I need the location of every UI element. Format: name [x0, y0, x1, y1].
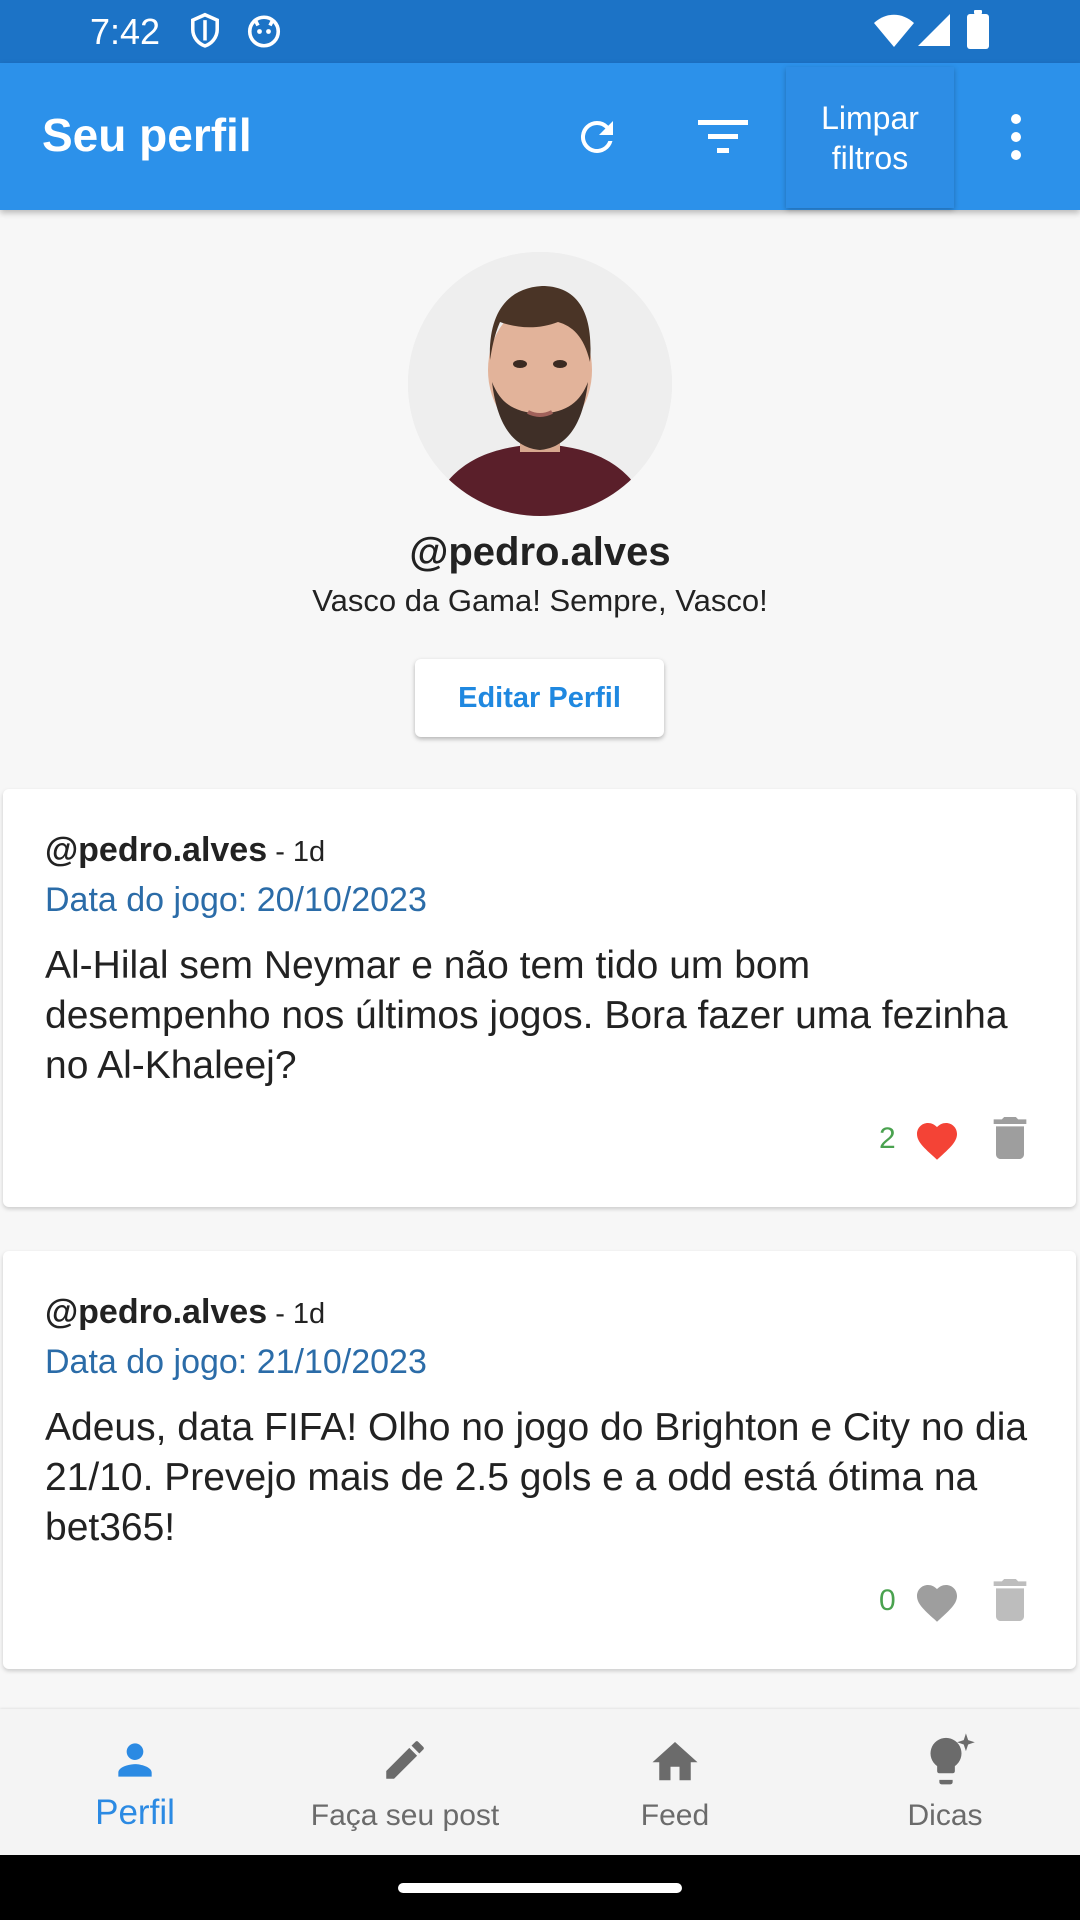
post-game-date: Data do jogo: 20/10/2023: [45, 881, 427, 919]
filter-icon[interactable]: [698, 116, 748, 158]
bottom-navigation: Perfil Faça seu post Feed Dicas: [0, 1709, 1080, 1855]
app-bar: Seu perfil Limpar filtros: [0, 63, 1080, 210]
cell-signal-icon: [918, 14, 950, 46]
home-icon: [652, 1742, 698, 1781]
nav-label: Perfil: [95, 1793, 175, 1832]
profile-bio: Vasco da Gama! Sempre, Vasco!: [312, 583, 768, 618]
like-count: 0: [879, 1584, 896, 1617]
post-author[interactable]: @pedro.alves: [45, 1293, 267, 1331]
post-game-date: Data do jogo: 21/10/2023: [45, 1343, 427, 1381]
battery-icon: [967, 10, 989, 49]
person-icon: [118, 1743, 152, 1777]
avatar-portrait: [408, 252, 672, 516]
nav-item-feed[interactable]: Feed: [540, 1709, 810, 1855]
delete-icon[interactable]: [993, 1117, 1027, 1159]
edit-profile-button[interactable]: Editar Perfil: [415, 659, 664, 737]
clear-filters-button[interactable]: Limpar filtros: [786, 67, 954, 208]
status-bar: 7:42: [0, 0, 1080, 63]
post-author[interactable]: @pedro.alves: [45, 831, 267, 869]
post-text: Al-Hilal sem Neymar e não tem tido um bo…: [45, 944, 1008, 1087]
post-meta: @pedro.alves - 1d: [45, 829, 325, 873]
more-vert-icon[interactable]: [1004, 113, 1028, 161]
status-time: 7:42: [90, 11, 161, 52]
post-meta: @pedro.alves - 1d: [45, 1291, 325, 1335]
like-count: 2: [879, 1122, 896, 1155]
page-title: Seu perfil: [42, 109, 252, 161]
profile-username: @pedro.alves: [409, 530, 671, 574]
post-age: - 1d: [267, 836, 326, 868]
home-gesture-handle[interactable]: [398, 1883, 682, 1893]
nav-label: Feed: [640, 1799, 710, 1832]
delete-icon[interactable]: [993, 1579, 1027, 1621]
shield-icon: [191, 12, 219, 48]
post-text: Adeus, data FIFA! Olho no jogo do Bright…: [45, 1406, 1028, 1549]
heart-icon[interactable]: [913, 1117, 961, 1161]
cat-icon: [247, 15, 281, 48]
nav-item-dicas[interactable]: Dicas: [810, 1709, 1080, 1855]
lightbulb-icon: [930, 1733, 975, 1785]
nav-item-perfil[interactable]: Perfil: [0, 1709, 270, 1855]
post-card: @pedro.alves - 1d Data do jogo: 21/10/20…: [3, 1251, 1076, 1669]
post-age: - 1d: [267, 1298, 326, 1330]
clear-filters-label: Limpar filtros: [821, 99, 919, 176]
refresh-icon[interactable]: [573, 113, 621, 161]
post-card: @pedro.alves - 1d Data do jogo: 20/10/20…: [3, 789, 1076, 1207]
nav-label: Faça seu post: [310, 1799, 500, 1832]
wifi-icon: [874, 14, 914, 47]
nav-label: Dicas: [907, 1799, 983, 1832]
nav-item-create-post[interactable]: Faça seu post: [270, 1709, 540, 1855]
pencil-icon: [386, 1741, 424, 1779]
system-nav-bar: [0, 1855, 1080, 1920]
heart-icon[interactable]: [913, 1579, 961, 1623]
avatar: [408, 252, 672, 516]
